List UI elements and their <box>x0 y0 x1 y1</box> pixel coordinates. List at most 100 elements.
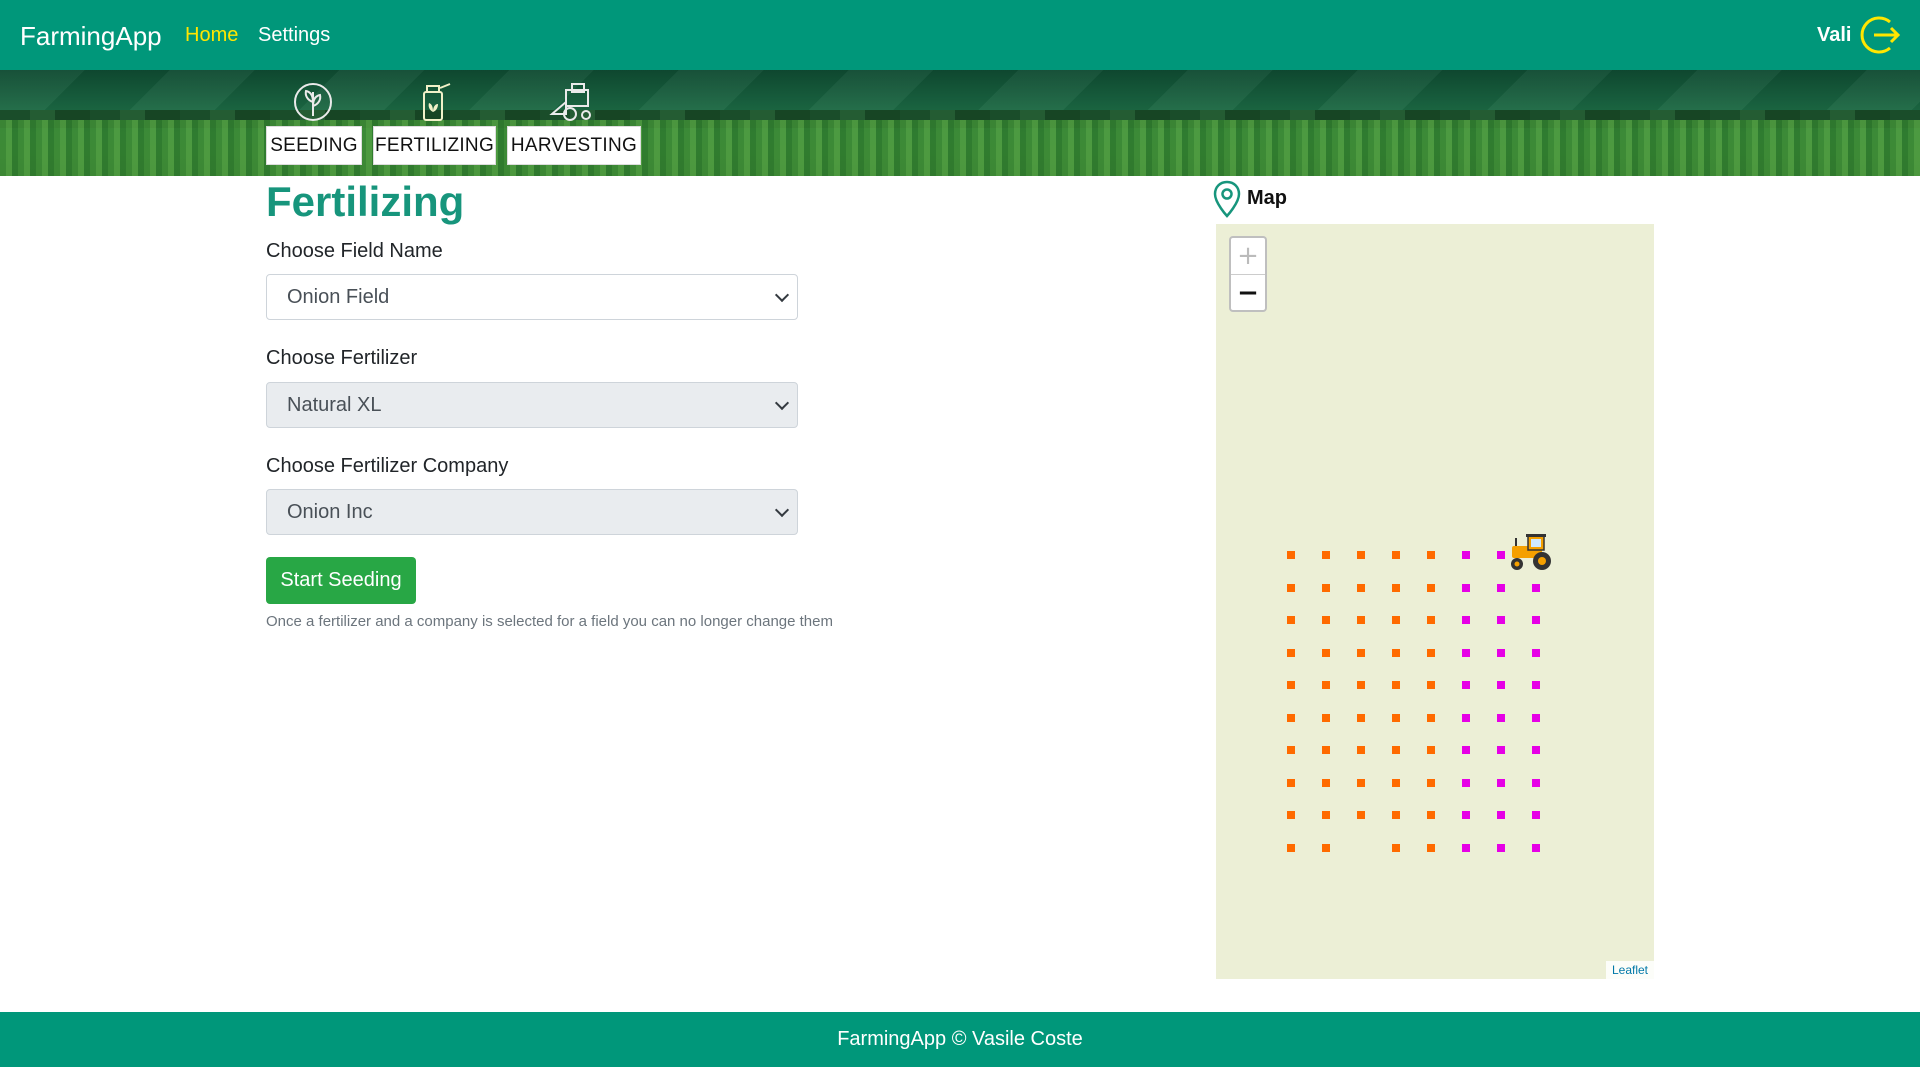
field-cell-dot[interactable] <box>1322 681 1330 689</box>
field-cell-dot[interactable] <box>1497 616 1505 624</box>
fertilizer-company-select[interactable]: Onion Inc <box>266 489 798 535</box>
field-cell-dot[interactable] <box>1322 713 1330 722</box>
field-cell-dot[interactable] <box>1392 681 1400 689</box>
field-cell-dot[interactable] <box>1462 811 1470 819</box>
logout-icon[interactable] <box>1860 14 1902 56</box>
field-cell-dot[interactable] <box>1462 648 1470 657</box>
field-cell-dot[interactable] <box>1497 746 1505 754</box>
field-cell-dot[interactable] <box>1287 616 1295 624</box>
field-cell-dot[interactable] <box>1427 843 1435 852</box>
field-cell-dot[interactable] <box>1532 778 1540 787</box>
field-cell-dot[interactable] <box>1427 681 1435 689</box>
fertilizer-icon[interactable] <box>410 80 456 124</box>
field-map[interactable]: + − Leaflet <box>1216 224 1654 979</box>
field-cell-dot[interactable] <box>1357 713 1365 722</box>
fertilizer-select[interactable]: Natural XL <box>266 382 798 428</box>
field-cell-dot[interactable] <box>1497 843 1505 852</box>
field-cell-dot[interactable] <box>1462 583 1470 592</box>
harvester-icon[interactable] <box>548 80 594 124</box>
field-cell-dot[interactable] <box>1532 681 1540 689</box>
field-cell-dot[interactable] <box>1497 681 1505 689</box>
field-cell-dot[interactable] <box>1322 551 1330 559</box>
zoom-in-button[interactable]: + <box>1231 238 1265 275</box>
field-cell-dot[interactable] <box>1322 843 1330 852</box>
field-cell-dot[interactable] <box>1287 843 1295 852</box>
field-cell-dot[interactable] <box>1357 681 1365 689</box>
field-cell-dot[interactable] <box>1497 583 1505 592</box>
tab-harvesting[interactable]: HARVESTING <box>507 126 641 165</box>
field-cell-dot[interactable] <box>1357 746 1365 754</box>
zoom-control: + − <box>1229 236 1267 312</box>
field-cell-dot[interactable] <box>1532 713 1540 722</box>
tab-seeding[interactable]: SEEDING <box>266 126 362 165</box>
field-cell-dot[interactable] <box>1287 681 1295 689</box>
field-cell-dot[interactable] <box>1357 551 1365 559</box>
fertilizer-label: Choose Fertilizer <box>266 347 418 369</box>
field-cell-dot[interactable] <box>1497 551 1505 559</box>
field-cell-dot[interactable] <box>1357 648 1365 657</box>
field-cell-dot[interactable] <box>1287 648 1295 657</box>
field-cell-dot[interactable] <box>1322 648 1330 657</box>
field-cell-dot[interactable] <box>1427 583 1435 592</box>
field-cell-dot[interactable] <box>1462 778 1470 787</box>
field-cell-dot[interactable] <box>1462 713 1470 722</box>
field-cell-dot[interactable] <box>1287 746 1295 754</box>
field-cell-dot[interactable] <box>1357 811 1365 819</box>
field-cell-dot[interactable] <box>1532 583 1540 592</box>
nav-settings-link[interactable]: Settings <box>258 24 330 47</box>
tab-fertilizing[interactable]: FERTILIZING <box>373 126 496 165</box>
field-cell-dot[interactable] <box>1287 551 1295 559</box>
field-cell-dot[interactable] <box>1462 681 1470 689</box>
field-cell-dot[interactable] <box>1392 746 1400 754</box>
field-cell-dot[interactable] <box>1392 648 1400 657</box>
field-cell-dot[interactable] <box>1392 616 1400 624</box>
field-cell-dot[interactable] <box>1532 746 1540 754</box>
field-cell-dot[interactable] <box>1392 778 1400 787</box>
field-cell-dot[interactable] <box>1287 778 1295 787</box>
field-cell-dot[interactable] <box>1427 713 1435 722</box>
field-cell-dot[interactable] <box>1427 746 1435 754</box>
field-cell-dot[interactable] <box>1497 648 1505 657</box>
field-cell-dot[interactable] <box>1462 616 1470 624</box>
tractor-icon <box>1511 534 1551 570</box>
field-cell-dot[interactable] <box>1322 778 1330 787</box>
field-cell-dot[interactable] <box>1392 551 1400 559</box>
field-cell-dot[interactable] <box>1532 843 1540 852</box>
start-seeding-button[interactable]: Start Seeding <box>266 557 416 604</box>
field-cell-dot[interactable] <box>1497 713 1505 722</box>
field-cell-dot[interactable] <box>1497 811 1505 819</box>
field-cell-dot[interactable] <box>1427 616 1435 624</box>
field-cell-dot[interactable] <box>1392 583 1400 592</box>
field-cell-dot[interactable] <box>1392 843 1400 852</box>
field-cell-dot[interactable] <box>1427 811 1435 819</box>
field-cell-dot[interactable] <box>1357 778 1365 787</box>
field-cell-dot[interactable] <box>1392 713 1400 722</box>
leaflet-attribution-link[interactable]: Leaflet <box>1605 961 1654 979</box>
field-cell-dot[interactable] <box>1322 583 1330 592</box>
field-cell-dot[interactable] <box>1532 648 1540 657</box>
field-cell-dot[interactable] <box>1357 583 1365 592</box>
nav-home-link[interactable]: Home <box>185 24 238 47</box>
field-cell-dot[interactable] <box>1497 778 1505 787</box>
field-cell-dot[interactable] <box>1322 746 1330 754</box>
field-cell-dot[interactable] <box>1532 811 1540 819</box>
field-cell-dot[interactable] <box>1392 811 1400 819</box>
field-name-select[interactable]: Onion Field <box>266 274 798 320</box>
field-cell-dot[interactable] <box>1287 583 1295 592</box>
zoom-out-button[interactable]: − <box>1231 275 1265 311</box>
field-cell-dot[interactable] <box>1322 811 1330 819</box>
field-cell-dot[interactable] <box>1427 778 1435 787</box>
field-cell-dot[interactable] <box>1462 551 1470 559</box>
field-cell-dot[interactable] <box>1462 843 1470 852</box>
field-cell-dot[interactable] <box>1287 713 1295 722</box>
field-cell-dot[interactable] <box>1532 616 1540 624</box>
seedling-icon[interactable] <box>290 80 336 124</box>
field-cell-dot[interactable] <box>1287 811 1295 819</box>
field-cell-dot[interactable] <box>1322 616 1330 624</box>
map-title: Map <box>1247 187 1287 209</box>
field-cell-dot[interactable] <box>1427 648 1435 657</box>
field-cell-dot[interactable] <box>1462 746 1470 754</box>
brand-logo[interactable]: FarmingApp <box>20 21 162 52</box>
field-cell-dot[interactable] <box>1357 616 1365 624</box>
field-cell-dot[interactable] <box>1427 551 1435 559</box>
